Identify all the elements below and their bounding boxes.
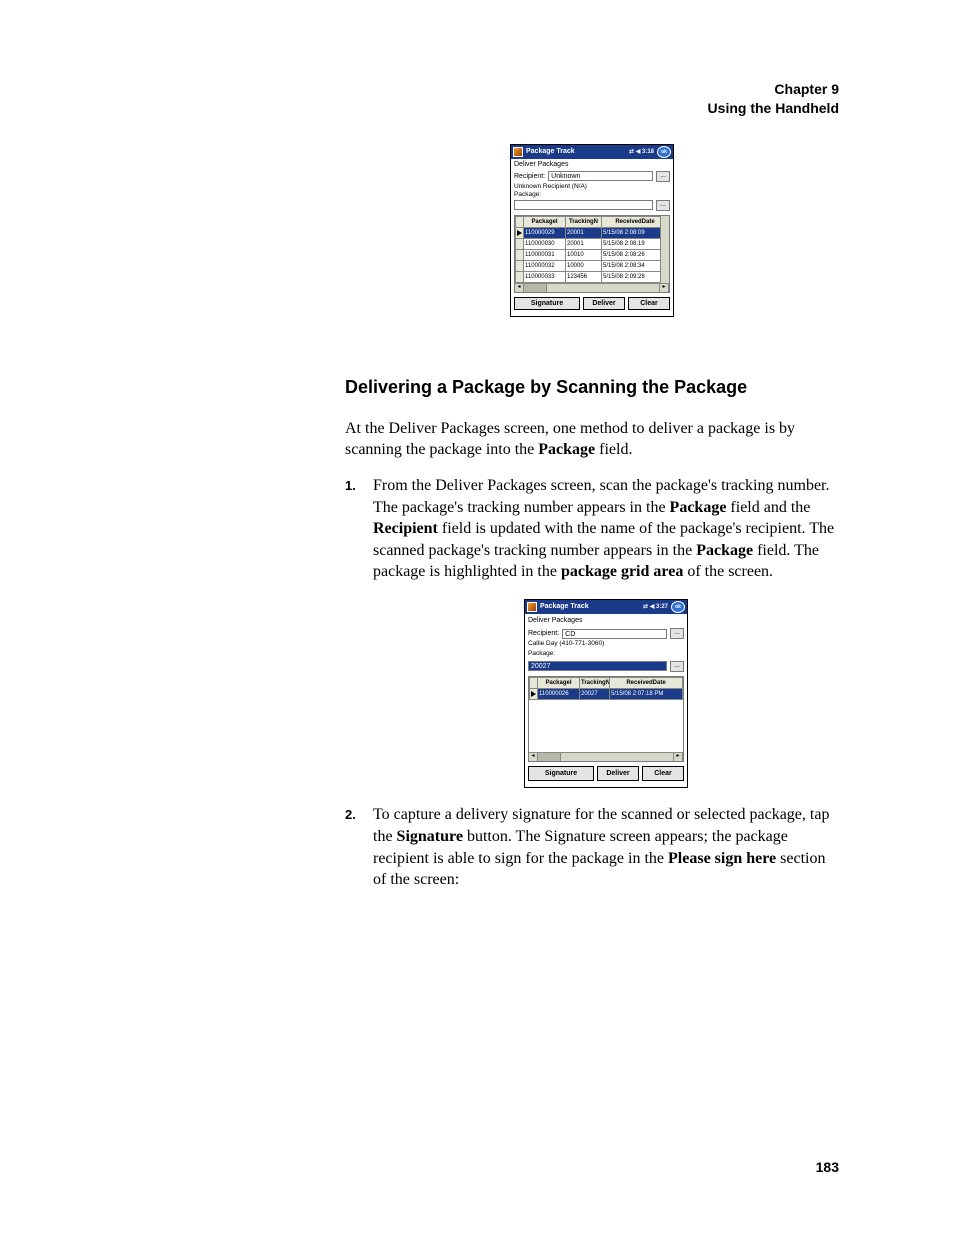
app-icon [527,602,537,612]
app-icon [513,147,523,157]
recipient-detail: Unknown Recipient (N/A) [511,183,673,191]
step-number: 1. [345,477,356,495]
horizontal-scrollbar[interactable]: ◂ ▸ [515,283,669,292]
package-grid[interactable]: PackageI TrackingN ReceivedDate 11000002… [528,676,684,762]
step-2: 2. To capture a delivery signature for t… [345,804,839,890]
package-label: Package: [525,650,687,660]
handheld-screen-1: Package Track ⇄ ◀ 3:18 ok Deliver Packag… [510,144,674,317]
clear-button[interactable]: Clear [628,297,670,310]
handheld-screen-2: Package Track ⇄ ◀ 3:27 ok Deliver Packag… [524,599,688,788]
col-received[interactable]: ReceivedDate [602,216,669,227]
package-input[interactable]: 20027 [528,661,667,671]
screen-title: Deliver Packages [511,159,673,170]
page-number: 183 [816,1159,839,1175]
table-row[interactable]: 110000032 10000 5/15/08 2:08:34 [516,260,669,271]
col-packageid[interactable]: PackageI [538,677,580,688]
grid-header-row: PackageI TrackingN ReceivedDate [530,677,683,688]
step-number: 2. [345,806,356,824]
col-tracking[interactable]: TrackingN [580,677,610,688]
grid-header-row: PackageI TrackingN ReceivedDate [516,216,669,227]
page-header: Chapter 9 Using the Handheld [345,80,839,118]
chapter-label: Chapter 9 [345,80,839,99]
intro-paragraph: At the Deliver Packages screen, one meth… [345,418,839,461]
recipient-detail: Callie Day (410-771-3060) [525,640,687,650]
chapter-title: Using the Handheld [345,99,839,118]
clear-button[interactable]: Clear [642,766,684,781]
ok-button-icon[interactable]: ok [671,601,685,613]
figure-2: Package Track ⇄ ◀ 3:27 ok Deliver Packag… [373,599,839,788]
titlebar: Package Track ⇄ ◀ 3:18 ok [511,145,673,159]
screen-title: Deliver Packages [525,614,687,627]
step-1: 1. From the Deliver Packages screen, sca… [345,475,839,788]
col-packageid[interactable]: PackageI [524,216,566,227]
table-row[interactable]: 110000029 20001 5/15/08 2:08:09 [516,227,669,238]
recipient-browse-button[interactable]: ... [670,628,684,639]
system-tray-icon[interactable]: ⇄ ◀ 3:18 [629,148,654,155]
scroll-left-icon[interactable]: ◂ [529,753,538,761]
recipient-label: Recipient: [528,629,559,638]
table-row[interactable]: 110000026 20027 5/15/08 2:07:18 PM [530,688,683,699]
scroll-right-icon[interactable]: ▸ [674,753,683,761]
col-tracking[interactable]: TrackingN [566,216,602,227]
scroll-left-icon[interactable]: ◂ [515,284,524,292]
deliver-button[interactable]: Deliver [597,766,639,781]
horizontal-scrollbar[interactable]: ◂ ▸ [529,752,683,761]
table-row[interactable]: 110000030 20001 5/15/08 2:08:19 [516,238,669,249]
package-input[interactable] [514,200,653,210]
recipient-input[interactable]: CD [562,629,667,639]
table-row[interactable]: 110000031 10010 5/15/08 2:08:26 [516,249,669,260]
package-browse-button[interactable]: ... [670,661,684,672]
vertical-scrollbar[interactable] [660,216,669,283]
steps-list: 1. From the Deliver Packages screen, sca… [345,475,839,891]
app-title: Package Track [540,602,640,611]
deliver-button[interactable]: Deliver [583,297,625,310]
signature-button[interactable]: Signature [528,766,594,781]
ok-button-icon[interactable]: ok [657,146,671,158]
section-heading: Delivering a Package by Scanning the Pac… [345,377,839,398]
recipient-browse-button[interactable]: ... [656,171,670,182]
recipient-input[interactable]: Unknown [548,171,653,181]
scroll-thumb[interactable] [538,753,561,761]
scroll-right-icon[interactable]: ▸ [660,284,669,292]
recipient-label: Recipient: [514,173,545,180]
system-tray-icon[interactable]: ⇄ ◀ 3:27 [643,603,668,611]
signature-button[interactable]: Signature [514,297,580,310]
app-title: Package Track [526,148,626,155]
col-received[interactable]: ReceivedDate [610,677,683,688]
package-label: Package: [511,191,673,199]
document-page: Chapter 9 Using the Handheld Package Tra… [0,0,954,1235]
grid-empty-area [529,700,683,752]
scroll-thumb[interactable] [524,284,547,292]
table-row[interactable]: 110000033 123456 5/15/08 2:09:28 [516,271,669,282]
package-browse-button[interactable]: ... [656,200,670,211]
figure-1: Package Track ⇄ ◀ 3:18 ok Deliver Packag… [345,144,839,317]
package-grid[interactable]: PackageI TrackingN ReceivedDate 11000002… [514,215,670,293]
titlebar: Package Track ⇄ ◀ 3:27 ok [525,600,687,614]
